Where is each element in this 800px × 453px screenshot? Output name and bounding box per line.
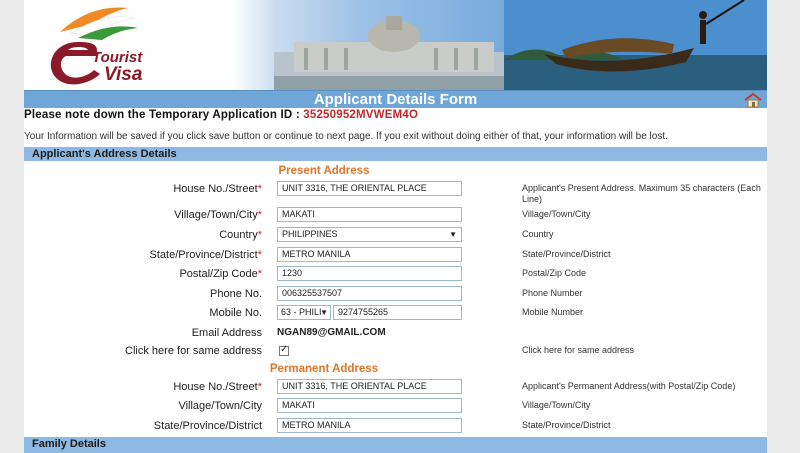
permanent-village-row: Village/Town/City MAKATI Village/Town/Ci…: [24, 397, 767, 416]
same-address-checkbox[interactable]: [279, 344, 289, 356]
present-postal-hint: Postal/Zip Code: [522, 268, 587, 278]
permanent-house-label: House No./Street*: [173, 381, 262, 393]
page-title: Applicant Details Form: [313, 91, 478, 108]
present-country-label: Country*: [219, 229, 262, 241]
present-mobile-input[interactable]: 9274755265: [333, 305, 462, 320]
permanent-state-input[interactable]: METRO MANILA: [277, 418, 462, 433]
notice-prefix: Please note down the Temporary Applicati…: [24, 109, 304, 121]
present-state-hint: State/Province/District: [522, 249, 611, 259]
mobile-country-code-value: 63 - PHILI: [281, 307, 322, 317]
present-email-row: Email Address NGAN89@GMAIL.COM: [24, 324, 767, 343]
same-address-row: Click here for same address Click here f…: [24, 342, 767, 361]
family-section-header: Family Details: [24, 437, 767, 453]
building-image: [274, 16, 524, 90]
present-country-value: PHILIPPINES: [282, 229, 338, 239]
present-postal-input[interactable]: 1230: [277, 266, 462, 281]
address-section-header: Applicant's Address Details: [24, 147, 767, 161]
home-icon[interactable]: [743, 92, 763, 108]
present-phone-hint: Phone Number: [522, 288, 583, 298]
permanent-village-input[interactable]: MAKATI: [277, 398, 462, 413]
present-state-row: State/Province/District* METRO MANILA St…: [24, 246, 767, 265]
save-info-text: Your Information will be saved if you cl…: [24, 131, 668, 142]
permanent-state-hint: State/Province/District: [522, 420, 611, 430]
permanent-house-row: House No./Street* UNIT 3316, THE ORIENTA…: [24, 378, 767, 397]
present-country-row: Country* PHILIPPINES ▼ Country: [24, 226, 767, 245]
present-village-row: Village/Town/City* MAKATI Village/Town/C…: [24, 206, 767, 225]
application-id: 35250952MVWEM4O: [303, 109, 419, 121]
mobile-country-code-select[interactable]: 63 - PHILI ▼: [277, 305, 331, 320]
logo-visa-text: Visa: [104, 64, 143, 85]
present-village-label: Village/Town/City*: [174, 209, 262, 221]
present-postal-label: Postal/Zip Code*: [179, 268, 262, 280]
present-mobile-label: Mobile No.: [209, 307, 262, 319]
present-mobile-row: Mobile No. 63 - PHILI ▼ 9274755265 Mobile…: [24, 304, 767, 323]
present-house-hint: Applicant's Present Address. Maximum 35 …: [522, 183, 761, 204]
present-country-select[interactable]: PHILIPPINES ▼: [277, 227, 462, 242]
present-email-value: NGAN89@GMAIL.COM: [277, 327, 386, 338]
present-email-label: Email Address: [191, 327, 262, 339]
permanent-state-label: State/Province/District: [153, 420, 262, 432]
chevron-down-icon: ▼: [449, 230, 457, 239]
permanent-village-label: Village/Town/City: [178, 400, 262, 412]
same-address-hint: Click here for same address: [522, 345, 635, 355]
visa-form-page: Tourist Visa Applicant Details Form Plea…: [24, 0, 767, 453]
permanent-address-title: Permanent Address: [269, 363, 379, 375]
present-village-input[interactable]: MAKATI: [277, 207, 462, 222]
etourist-visa-logo: Tourist Visa: [50, 7, 143, 85]
temporary-id-notice: Please note down the Temporary Applicati…: [24, 109, 418, 121]
present-phone-label: Phone No.: [210, 288, 262, 300]
present-country-hint: Country: [522, 229, 554, 239]
present-house-row: House No./Street* UNIT 3316, THE ORIENTA…: [24, 180, 767, 204]
permanent-village-hint: Village/Town/City: [522, 400, 591, 410]
present-house-label: House No./Street*: [173, 183, 262, 195]
permanent-house-input[interactable]: UNIT 3316, THE ORIENTAL PLACE: [277, 379, 462, 394]
same-address-label: Click here for same address: [125, 345, 262, 357]
present-state-input[interactable]: METRO MANILA: [277, 247, 462, 262]
permanent-state-row: State/Province/District METRO MANILA Sta…: [24, 417, 767, 436]
present-address-title: Present Address: [278, 165, 370, 177]
present-phone-input[interactable]: 006325537507: [277, 286, 462, 301]
present-mobile-hint: Mobile Number: [522, 307, 584, 317]
permanent-house-hint: Applicant's Permanent Address(with Posta…: [522, 381, 736, 391]
present-village-hint: Village/Town/City: [522, 209, 591, 219]
present-postal-row: Postal/Zip Code* 1230 Postal/Zip Code: [24, 265, 767, 284]
present-house-input[interactable]: UNIT 3316, THE ORIENTAL PLACE: [277, 181, 462, 196]
boat-image: [504, 0, 767, 90]
form-title-bar: Applicant Details Form: [24, 90, 767, 108]
present-state-label: State/Province/District*: [149, 249, 262, 261]
banner: Tourist Visa: [24, 0, 767, 90]
present-phone-row: Phone No. 006325537507 Phone Number: [24, 285, 767, 304]
chevron-down-icon: ▼: [320, 308, 328, 317]
